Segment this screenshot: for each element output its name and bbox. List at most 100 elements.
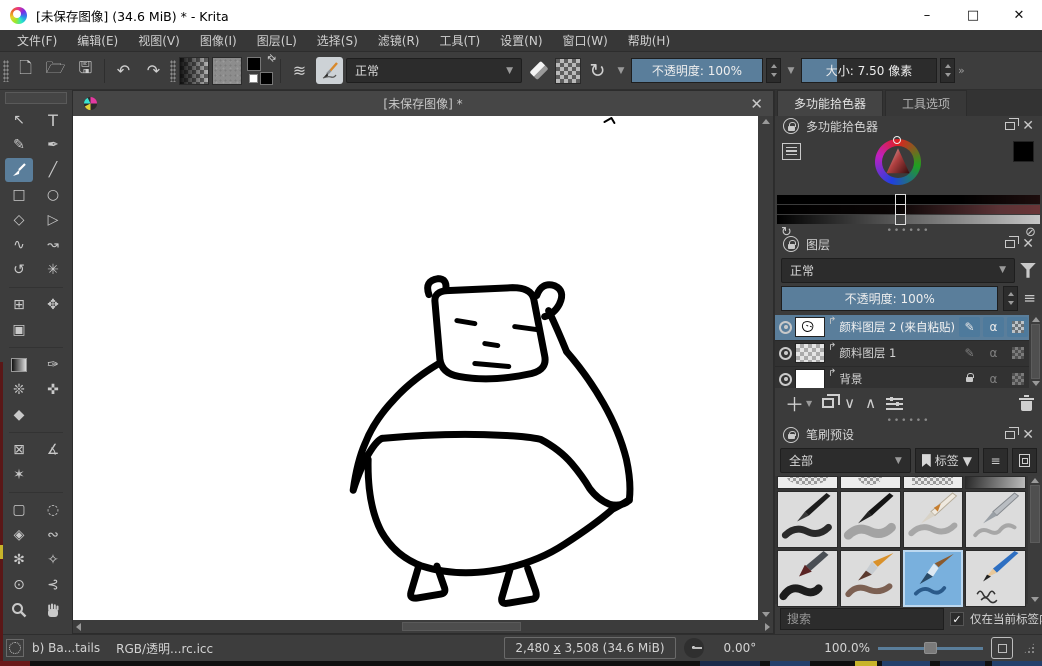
- tool-fill[interactable]: ◆: [5, 403, 33, 427]
- zoom-percentage[interactable]: 100.0%: [824, 641, 870, 655]
- brush-preset-tile[interactable]: [777, 550, 838, 607]
- brush-menu-icon[interactable]: ≡: [983, 448, 1008, 473]
- tool-freehand-select[interactable]: ∾: [39, 523, 67, 547]
- tool-assistants[interactable]: ✶: [5, 463, 33, 487]
- menu-view[interactable]: 视图(V): [129, 32, 189, 49]
- float-docker-icon[interactable]: [1005, 431, 1015, 439]
- menu-edit[interactable]: 编辑(E): [68, 32, 127, 49]
- layer-thumbnail[interactable]: [795, 317, 825, 337]
- toolbox-drag-handle[interactable]: [5, 92, 67, 104]
- layer-alpha-lock-icon[interactable]: [1007, 369, 1028, 388]
- zoom-slider[interactable]: [878, 641, 983, 655]
- no-color-icon[interactable]: ⊘: [1025, 225, 1036, 240]
- move-layer-down-button[interactable]: ∨: [844, 394, 855, 412]
- canvas-vertical-scrollbar[interactable]: [758, 116, 773, 620]
- color-bar-1[interactable]: [777, 195, 1040, 204]
- eraser-mode-icon[interactable]: [525, 57, 552, 84]
- menu-help[interactable]: 帮助(H): [619, 32, 679, 49]
- brush-preset-tile[interactable]: [840, 476, 901, 489]
- opacity-slider[interactable]: 不透明度: 100%: [631, 58, 763, 83]
- brush-preset-tile[interactable]: [777, 476, 838, 489]
- brush-tag-filter-dropdown[interactable]: 全部 ▼: [780, 448, 911, 473]
- brush-preset-tile-selected[interactable]: [903, 550, 964, 607]
- menu-settings[interactable]: 设置(N): [491, 32, 551, 49]
- tool-color-sampler[interactable]: ✑: [39, 353, 67, 377]
- layer-visibility-icon[interactable]: [779, 373, 792, 386]
- scroll-thumb[interactable]: [1030, 485, 1040, 543]
- docker-lock-icon[interactable]: [783, 427, 799, 443]
- tool-polygon[interactable]: ◇: [5, 208, 33, 232]
- opacity-spinner[interactable]: [766, 58, 781, 83]
- close-button[interactable]: ✕: [996, 0, 1042, 30]
- add-layer-button[interactable]: ＋▼: [785, 390, 812, 417]
- menu-filter[interactable]: 滤镜(R): [369, 32, 429, 49]
- maximize-button[interactable]: □: [950, 0, 996, 30]
- tool-dynamic-brush[interactable]: ↺: [5, 258, 33, 282]
- brush-grid-scrollbar[interactable]: [1028, 476, 1042, 604]
- brush-preset-tile[interactable]: [777, 491, 838, 548]
- selection-mode-icon[interactable]: [6, 639, 24, 657]
- toolbar-drag-handle[interactable]: [170, 60, 176, 82]
- document-tab[interactable]: [未保存图像] * ✕: [73, 91, 773, 116]
- canvas-horizontal-scrollbar[interactable]: [73, 620, 773, 633]
- menu-image[interactable]: 图像(I): [191, 32, 246, 49]
- blend-mode-dropdown[interactable]: 正常 ▼: [346, 58, 522, 83]
- horizontal-scroll-thumb[interactable]: [402, 622, 521, 631]
- layer-filter-icon[interactable]: [1020, 263, 1036, 278]
- foreground-background-colors[interactable]: ⇄: [245, 56, 275, 86]
- menu-layer[interactable]: 图层(L): [248, 32, 306, 49]
- canvas-rotation-dial[interactable]: [684, 638, 704, 658]
- color-wheel[interactable]: [875, 139, 921, 185]
- layer-pixel-lock-icon[interactable]: ✎: [959, 317, 980, 337]
- tool-polygon-select[interactable]: ◈: [5, 523, 33, 547]
- scroll-left-icon[interactable]: [76, 623, 81, 631]
- reload-dropdown-arrow[interactable]: ▼: [614, 66, 628, 76]
- duplicate-layer-button[interactable]: [822, 398, 834, 408]
- layer-thumbnail[interactable]: [795, 369, 825, 388]
- tool-crop[interactable]: ▣: [5, 318, 33, 342]
- current-brush-name[interactable]: b) Ba...tails: [32, 641, 100, 655]
- canvas[interactable]: [73, 116, 758, 620]
- brush-editor-button[interactable]: [316, 57, 343, 84]
- toolbar-overflow-chevron[interactable]: »: [958, 64, 963, 77]
- layer-alpha-lock-icon[interactable]: [1007, 343, 1028, 363]
- pattern-swatch[interactable]: [212, 57, 242, 85]
- menu-tools[interactable]: 工具(T): [430, 32, 489, 49]
- search-scope-checkbox[interactable]: ✓: [950, 612, 964, 626]
- tool-select-shapes[interactable]: ↖: [5, 108, 33, 132]
- brush-size-spinner[interactable]: [940, 58, 955, 83]
- tool-magnetic-select[interactable]: ⊙: [5, 573, 33, 597]
- layer-blend-mode-dropdown[interactable]: 正常 ▼: [781, 258, 1015, 283]
- zoom-slider-handle[interactable]: [924, 642, 937, 654]
- layer-inherit-alpha-icon[interactable]: α: [983, 317, 1004, 337]
- reset-colors-icon[interactable]: [249, 74, 258, 83]
- image-dimensions[interactable]: 2,480 x 3,508 (34.6 MiB): [504, 637, 675, 659]
- menu-window[interactable]: 窗口(W): [554, 32, 617, 49]
- swap-colors-icon[interactable]: ⇄: [264, 51, 278, 65]
- document-tab-close-icon[interactable]: ✕: [750, 95, 763, 113]
- layer-thumbnail[interactable]: [795, 343, 825, 363]
- tool-pattern-edit[interactable]: ❊: [5, 378, 33, 402]
- tool-transform[interactable]: ⊞: [5, 293, 33, 317]
- tool-zoom[interactable]: [5, 598, 33, 622]
- brush-preset-tile[interactable]: [965, 550, 1026, 607]
- scroll-up-icon[interactable]: [1031, 478, 1039, 483]
- redo-icon[interactable]: ↷: [140, 57, 167, 84]
- scroll-down-icon[interactable]: [1032, 381, 1040, 386]
- brush-preset-tile[interactable]: [840, 491, 901, 548]
- scroll-down-icon[interactable]: [1031, 597, 1039, 602]
- brush-option-list-icon[interactable]: ≋: [286, 57, 313, 84]
- tool-freehand-brush[interactable]: [5, 158, 33, 182]
- tool-calligraphy[interactable]: ✒: [39, 133, 67, 157]
- undo-icon[interactable]: ↶: [110, 57, 137, 84]
- docker-lock-icon[interactable]: [783, 118, 799, 134]
- tool-enclose-fill[interactable]: ⊠: [5, 438, 33, 462]
- tool-edit-shapes[interactable]: ✎: [5, 133, 33, 157]
- canvas-angle[interactable]: 0.00°: [724, 641, 757, 655]
- toolbar-drag-handle[interactable]: [3, 60, 9, 82]
- save-icon[interactable]: 🖫: [72, 57, 99, 84]
- menu-select[interactable]: 选择(S): [308, 32, 367, 49]
- brush-preset-tile[interactable]: [965, 476, 1026, 489]
- fit-to-page-icon[interactable]: [991, 637, 1013, 659]
- layer-inherit-alpha-icon[interactable]: α: [983, 343, 1004, 363]
